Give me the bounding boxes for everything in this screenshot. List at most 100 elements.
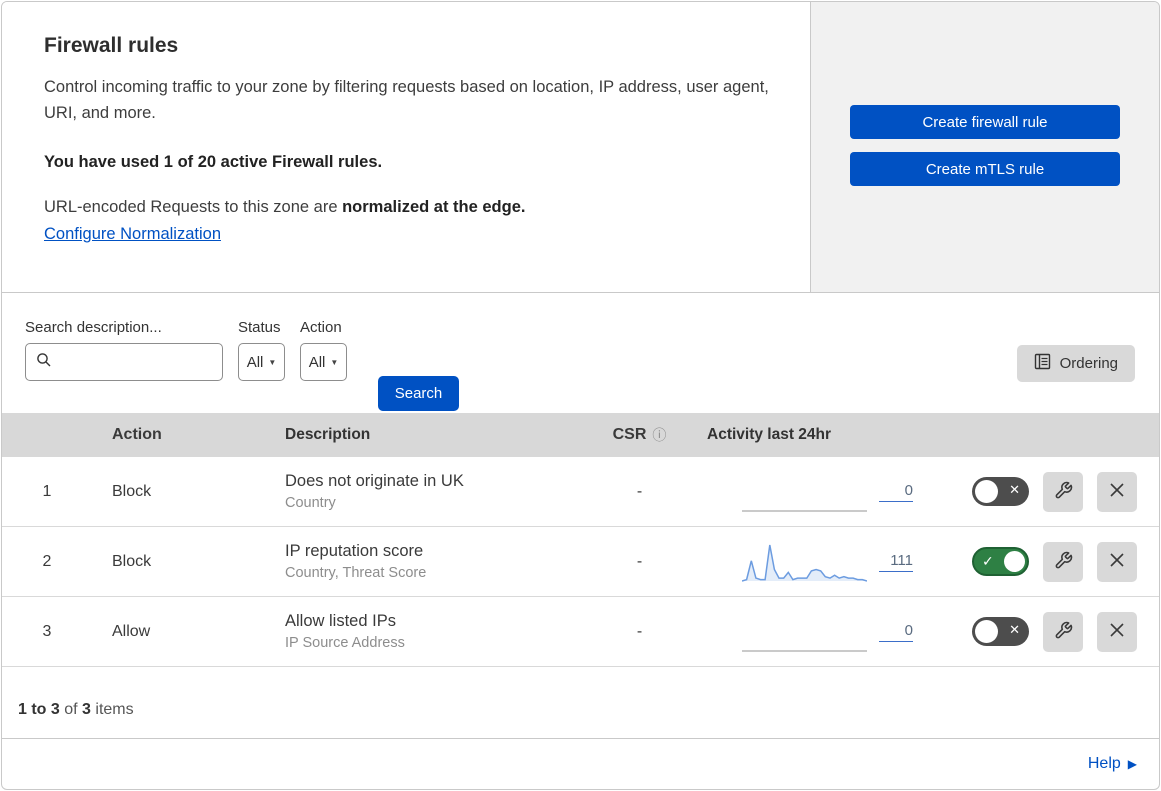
search-label: Search description... bbox=[25, 319, 162, 336]
ordering-button[interactable]: Ordering bbox=[1016, 345, 1135, 382]
info-icon[interactable]: ⓘ bbox=[652, 425, 666, 445]
search-box bbox=[25, 343, 259, 381]
table-header: Action Description CSR ⓘ Activity last 24… bbox=[2, 413, 1159, 457]
rule-description-cell: IP reputation score Country, Threat Scor… bbox=[257, 542, 587, 581]
chevron-down-icon: ▼ bbox=[268, 357, 277, 367]
action-label: Action bbox=[300, 319, 342, 336]
rule-enabled-toggle[interactable]: ✓ ✕ bbox=[972, 547, 1029, 576]
normalization-note-text: URL-encoded Requests to this zone are bbox=[44, 197, 343, 216]
pagination-summary: 1 to 3 of 3 items bbox=[2, 667, 1159, 739]
configure-normalization-link[interactable]: Configure Normalization bbox=[44, 225, 221, 244]
rule-enabled-toggle[interactable]: ✓ ✕ bbox=[972, 477, 1029, 506]
column-header-description: Description bbox=[285, 426, 371, 443]
header-text-block: Firewall rules Control incoming traffic … bbox=[2, 2, 811, 292]
search-button[interactable]: Search bbox=[378, 376, 459, 411]
pagination-total: 3 bbox=[82, 700, 91, 718]
activity-sparkline bbox=[742, 610, 867, 654]
create-firewall-rule-button[interactable]: Create firewall rule bbox=[850, 105, 1120, 139]
rule-fields: Country, Threat Score bbox=[285, 565, 427, 581]
edit-rule-button[interactable] bbox=[1043, 471, 1083, 512]
rule-action: Block bbox=[112, 482, 152, 500]
create-mtls-rule-button[interactable]: Create mTLS rule bbox=[850, 152, 1120, 186]
rule-controls: ✓ ✕ bbox=[932, 541, 1159, 582]
ordering-list-icon bbox=[1034, 353, 1051, 374]
ordering-button-label: Ordering bbox=[1059, 355, 1118, 372]
rule-description-cell: Allow listed IPs IP Source Address bbox=[257, 612, 587, 651]
activity-count-link[interactable]: 111 bbox=[879, 552, 913, 572]
close-icon bbox=[1108, 621, 1126, 642]
close-icon bbox=[1108, 481, 1126, 502]
search-input[interactable] bbox=[60, 353, 259, 371]
check-icon: ✓ bbox=[982, 553, 994, 569]
pagination-of: of bbox=[59, 700, 83, 718]
wrench-icon bbox=[1054, 551, 1073, 573]
filter-bar: Search description... Status All ▼ Actio… bbox=[2, 293, 1159, 413]
rule-controls: ✓ ✕ bbox=[932, 471, 1159, 512]
table-row: 1 Block Does not originate in UK Country… bbox=[2, 457, 1159, 527]
rule-csr-value: - bbox=[636, 552, 643, 570]
usage-summary: You have used 1 of 20 active Firewall ru… bbox=[44, 152, 383, 171]
delete-rule-button[interactable] bbox=[1097, 611, 1137, 652]
rule-title: Allow listed IPs bbox=[285, 612, 396, 630]
help-link-label: Help bbox=[1087, 755, 1121, 772]
play-triangle-icon: ▶ bbox=[1127, 757, 1137, 771]
action-panel: Create firewall rule Create mTLS rule bbox=[811, 2, 1159, 292]
activity-sparkline bbox=[741, 540, 868, 584]
status-dropdown-value: All bbox=[246, 353, 264, 371]
rule-activity-cell: 0 bbox=[692, 610, 932, 654]
table-row: 3 Allow Allow listed IPs IP Source Addre… bbox=[2, 597, 1159, 667]
delete-rule-button[interactable] bbox=[1097, 471, 1137, 512]
toggle-knob bbox=[975, 480, 998, 503]
chevron-down-icon: ▼ bbox=[330, 357, 339, 367]
activity-count-link[interactable]: 0 bbox=[879, 482, 913, 502]
csr-header-label: CSR bbox=[612, 426, 647, 443]
rule-csr-value: - bbox=[636, 622, 643, 640]
status-filter-group: Status All ▼ bbox=[238, 319, 285, 413]
rule-fields: IP Source Address bbox=[285, 635, 405, 651]
help-bar: Help ▶ bbox=[2, 739, 1159, 789]
rule-title: IP reputation score bbox=[285, 542, 424, 560]
rule-fields: Country bbox=[285, 495, 336, 511]
activity-sparkline bbox=[742, 470, 867, 514]
normalization-note: URL-encoded Requests to this zone are no… bbox=[44, 198, 770, 217]
rule-csr-value: - bbox=[636, 482, 643, 500]
activity-count-link[interactable]: 0 bbox=[879, 622, 913, 642]
column-header-activity: Activity last 24hr bbox=[707, 426, 832, 443]
toggle-knob bbox=[975, 620, 998, 643]
normalization-note-bold: normalized at the edge. bbox=[342, 197, 526, 216]
close-icon bbox=[1108, 551, 1126, 572]
search-group: Search description... bbox=[25, 319, 259, 413]
wrench-icon bbox=[1054, 621, 1073, 643]
help-link[interactable]: Help ▶ bbox=[1088, 755, 1137, 773]
page-description: Control incoming traffic to your zone by… bbox=[44, 78, 769, 123]
x-icon: ✕ bbox=[1009, 482, 1020, 497]
rule-priority: 3 bbox=[42, 622, 52, 640]
rule-action: Allow bbox=[112, 622, 151, 640]
delete-rule-button[interactable] bbox=[1097, 541, 1137, 582]
rule-controls: ✓ ✕ bbox=[932, 611, 1159, 652]
page-title: Firewall rules bbox=[44, 34, 179, 57]
action-dropdown[interactable]: All ▼ bbox=[300, 343, 347, 381]
status-dropdown[interactable]: All ▼ bbox=[238, 343, 285, 381]
rule-priority: 2 bbox=[42, 552, 52, 570]
edit-rule-button[interactable] bbox=[1043, 541, 1083, 582]
toggle-knob bbox=[1004, 551, 1025, 572]
column-header-action: Action bbox=[112, 426, 162, 443]
wrench-icon bbox=[1054, 481, 1073, 503]
edit-rule-button[interactable] bbox=[1043, 611, 1083, 652]
rule-action: Block bbox=[112, 552, 152, 570]
search-icon bbox=[36, 352, 52, 373]
x-icon: ✕ bbox=[1009, 622, 1020, 637]
rule-activity-cell: 0 bbox=[692, 470, 932, 514]
column-header-csr: CSR ⓘ bbox=[587, 425, 692, 445]
rule-priority: 1 bbox=[42, 482, 52, 500]
pagination-items: items bbox=[90, 700, 134, 718]
header-section: Firewall rules Control incoming traffic … bbox=[2, 2, 1159, 293]
status-label: Status bbox=[238, 319, 281, 336]
action-dropdown-value: All bbox=[308, 353, 326, 371]
rule-activity-cell: 111 bbox=[692, 540, 932, 584]
rule-enabled-toggle[interactable]: ✓ ✕ bbox=[972, 617, 1029, 646]
firewall-rules-panel: Firewall rules Control incoming traffic … bbox=[1, 1, 1160, 790]
pagination-range: 1 to 3 bbox=[18, 700, 60, 718]
rule-title: Does not originate in UK bbox=[285, 472, 464, 490]
